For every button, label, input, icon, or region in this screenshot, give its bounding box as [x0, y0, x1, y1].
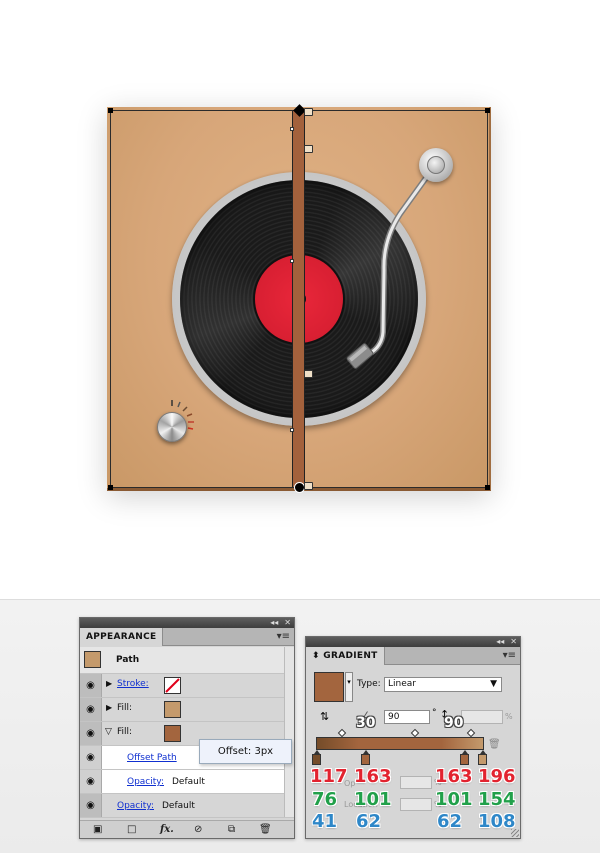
stop3-g: 101 — [435, 789, 473, 810]
stop1-r: 117 — [310, 766, 348, 787]
tone-arm-pivot-cap — [427, 156, 445, 174]
collapse-icon[interactable]: ◂◂ — [496, 637, 504, 647]
angle-value: 90 — [388, 712, 400, 722]
stop4-r: 196 — [478, 766, 516, 787]
appearance-panel: ◂◂ ✕ APPEARANCE ▾≡ Path ◉ ▶ Stroke: ◉ ▶ … — [79, 617, 295, 839]
add-fill-icon[interactable]: □ — [127, 824, 136, 835]
type-select[interactable]: Linear ▼ — [384, 677, 502, 692]
fill-label: Fill: — [117, 727, 133, 737]
object-opacity-row[interactable]: ◉ Opacity: Default — [80, 794, 294, 818]
stop4-g: 154 — [478, 789, 516, 810]
reverse-gradient-icon[interactable]: ⇅ — [320, 710, 329, 723]
location-input[interactable] — [400, 798, 432, 811]
stroke-swatch-none[interactable] — [164, 677, 181, 694]
stop3-r: 163 — [435, 766, 473, 787]
fill-label: Fill: — [117, 703, 133, 713]
type-value: Linear — [388, 679, 416, 689]
duplicate-item-icon[interactable]: ⧉ — [228, 824, 235, 835]
volume-knob — [157, 412, 187, 442]
gradient-stop[interactable] — [312, 750, 321, 765]
fill-opacity-row[interactable]: ◉ Opacity: Default — [80, 770, 294, 794]
panel-tab-row: ⬍ GRADIENT ▾≡ — [306, 647, 520, 665]
aspect-unit: % — [505, 712, 513, 721]
offset-path-link[interactable]: Offset Path — [127, 753, 177, 763]
fill-swatch[interactable] — [164, 725, 181, 742]
panel-titlebar: ◂◂ ✕ — [80, 618, 294, 628]
clear-appearance-icon[interactable]: ⊘ — [194, 824, 202, 835]
visibility-eye-icon[interactable]: ◉ — [80, 746, 102, 769]
fill-swatch[interactable] — [164, 701, 181, 718]
visibility-eye-icon[interactable]: ◉ — [80, 698, 102, 721]
path-handle[interactable] — [304, 108, 313, 116]
fill-row-1[interactable]: ◉ ▶ Fill: — [80, 698, 294, 722]
gradient-preview-swatch[interactable] — [314, 672, 344, 702]
gradient-midpoint[interactable] — [466, 728, 476, 738]
panel-menu-icon[interactable]: ▾≡ — [503, 650, 516, 661]
visibility-eye-icon[interactable]: ◉ — [80, 674, 102, 697]
tab-gradient[interactable]: ⬍ GRADIENT — [306, 647, 385, 665]
gradient-midpoint[interactable] — [337, 728, 347, 738]
angle-annotation: 30 — [356, 715, 376, 731]
opacity-value: Default — [172, 777, 205, 787]
path-anchor[interactable] — [290, 259, 294, 263]
collapse-icon[interactable]: ◂◂ — [270, 618, 278, 628]
stop2-b: 62 — [356, 811, 382, 832]
tab-appearance[interactable]: APPEARANCE — [80, 628, 164, 646]
object-name: Path — [116, 655, 140, 665]
panel-footer: ▣ □ fx. ⊘ ⧉ 🗑 — [80, 820, 294, 838]
object-thumbnail — [84, 651, 101, 668]
path-handle[interactable] — [304, 482, 313, 490]
close-icon[interactable]: ✕ — [284, 618, 291, 628]
gradient-stop[interactable] — [460, 750, 469, 765]
expand-arrow-icon[interactable]: ▶ — [106, 703, 112, 712]
gradient-midpoint[interactable] — [410, 728, 420, 738]
object-row[interactable]: Path — [80, 647, 294, 674]
opacity-link[interactable]: Opacity: — [117, 801, 154, 811]
angle-unit: ° — [432, 708, 437, 718]
chevron-down-icon: ▼ — [490, 679, 497, 689]
close-icon[interactable]: ✕ — [510, 637, 517, 647]
stop1-b: 41 — [312, 811, 338, 832]
gradient-stop[interactable] — [361, 750, 370, 765]
stop2-r: 163 — [354, 766, 392, 787]
expand-arrow-icon[interactable]: ▶ — [106, 679, 112, 688]
opacity-link[interactable]: Opacity: — [127, 777, 164, 787]
panel-scrollbar[interactable] — [284, 647, 294, 817]
path-anchor[interactable] — [290, 127, 294, 131]
panel-menu-icon[interactable]: ▾≡ — [277, 631, 290, 642]
stop3-b: 62 — [437, 811, 463, 832]
stop1-g: 76 — [312, 789, 338, 810]
visibility-eye-icon[interactable]: ◉ — [80, 770, 102, 793]
opacity-value: Default — [162, 801, 195, 811]
gradient-stop[interactable] — [478, 750, 487, 765]
stop4-b: 108 — [478, 811, 516, 832]
add-stroke-icon[interactable]: ▣ — [93, 824, 102, 835]
fx-effect-icon[interactable]: fx. — [160, 824, 174, 835]
panel-tab-row: APPEARANCE ▾≡ — [80, 628, 294, 646]
swatch-dropdown-icon[interactable]: ▾ — [345, 672, 353, 702]
visibility-eye-icon[interactable]: ◉ — [80, 794, 102, 817]
none-slash-icon — [165, 678, 180, 693]
path-handle[interactable] — [304, 145, 313, 153]
path-anchor[interactable] — [290, 428, 294, 432]
type-label: Type: — [357, 679, 381, 689]
artboard-canvas[interactable] — [0, 0, 600, 600]
panel-titlebar: ◂◂ ✕ — [306, 637, 520, 647]
stroke-row[interactable]: ◉ ▶ Stroke: — [80, 674, 294, 698]
aspect-ratio-input[interactable] — [461, 710, 503, 724]
stroke-link[interactable]: Stroke: — [117, 679, 149, 689]
delete-item-icon[interactable]: 🗑 — [259, 824, 272, 835]
tab-gradient-label: GRADIENT — [323, 651, 378, 661]
collapse-arrow-icon[interactable]: ▽ — [105, 727, 112, 737]
angle-annotation: 90 — [444, 715, 464, 731]
opacity-input[interactable] — [400, 776, 432, 789]
stop2-g: 101 — [354, 789, 392, 810]
visibility-eye-icon[interactable]: ◉ — [80, 722, 102, 745]
delete-stop-icon[interactable]: 🗑 — [488, 739, 501, 750]
angle-input[interactable]: 90 — [384, 710, 430, 724]
offset-tooltip: Offset: 3px — [199, 739, 292, 764]
path-handle[interactable] — [304, 370, 313, 378]
gradient-slider-bar[interactable] — [316, 737, 484, 750]
